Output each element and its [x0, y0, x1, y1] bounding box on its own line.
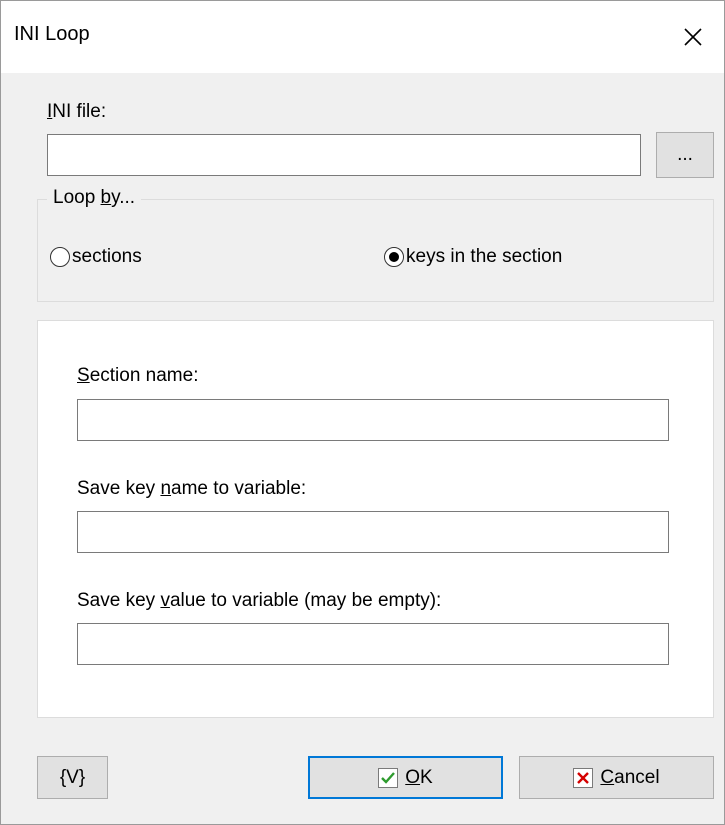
key-name-label: Save key name to variable: — [77, 478, 307, 499]
ini-file-label: INI file: — [47, 101, 107, 122]
radio-sections-circle — [50, 247, 70, 267]
title-bar: INI Loop — [1, 1, 724, 73]
cancel-label: Cancel — [600, 766, 660, 788]
cancel-x-icon — [573, 767, 594, 788]
key-value-label: Save key value to variable (may be empty… — [77, 590, 442, 611]
section-name-input[interactable] — [77, 399, 669, 441]
cancel-button[interactable]: Cancel — [519, 756, 714, 799]
close-button[interactable] — [662, 1, 724, 73]
insert-variable-label: {V} — [59, 766, 86, 788]
loop-by-legend: Loop by... — [47, 187, 142, 209]
ok-button[interactable]: OK — [308, 756, 503, 799]
check-icon — [378, 767, 399, 788]
window-title: INI Loop — [14, 23, 90, 45]
key-name-input[interactable] — [77, 511, 669, 553]
insert-variable-button[interactable]: {V} — [37, 756, 108, 799]
section-name-label: Section name: — [77, 365, 199, 386]
ini-loop-dialog: INI Loop INI file: ... Loop by... sectio… — [0, 0, 725, 825]
radio-sections[interactable]: sections — [50, 246, 142, 268]
radio-keys-circle — [384, 247, 404, 267]
radio-sections-label: sections — [72, 246, 142, 267]
browse-label: ... — [677, 144, 693, 165]
radio-selected-dot — [389, 252, 399, 262]
browse-button[interactable]: ... — [656, 132, 714, 178]
close-icon — [684, 28, 702, 46]
ini-file-input[interactable] — [47, 134, 641, 176]
ok-label: OK — [405, 766, 433, 788]
radio-keys-in-section[interactable]: keys in the section — [384, 246, 562, 268]
radio-keys-label: keys in the section — [406, 246, 563, 267]
key-value-input[interactable] — [77, 623, 669, 665]
